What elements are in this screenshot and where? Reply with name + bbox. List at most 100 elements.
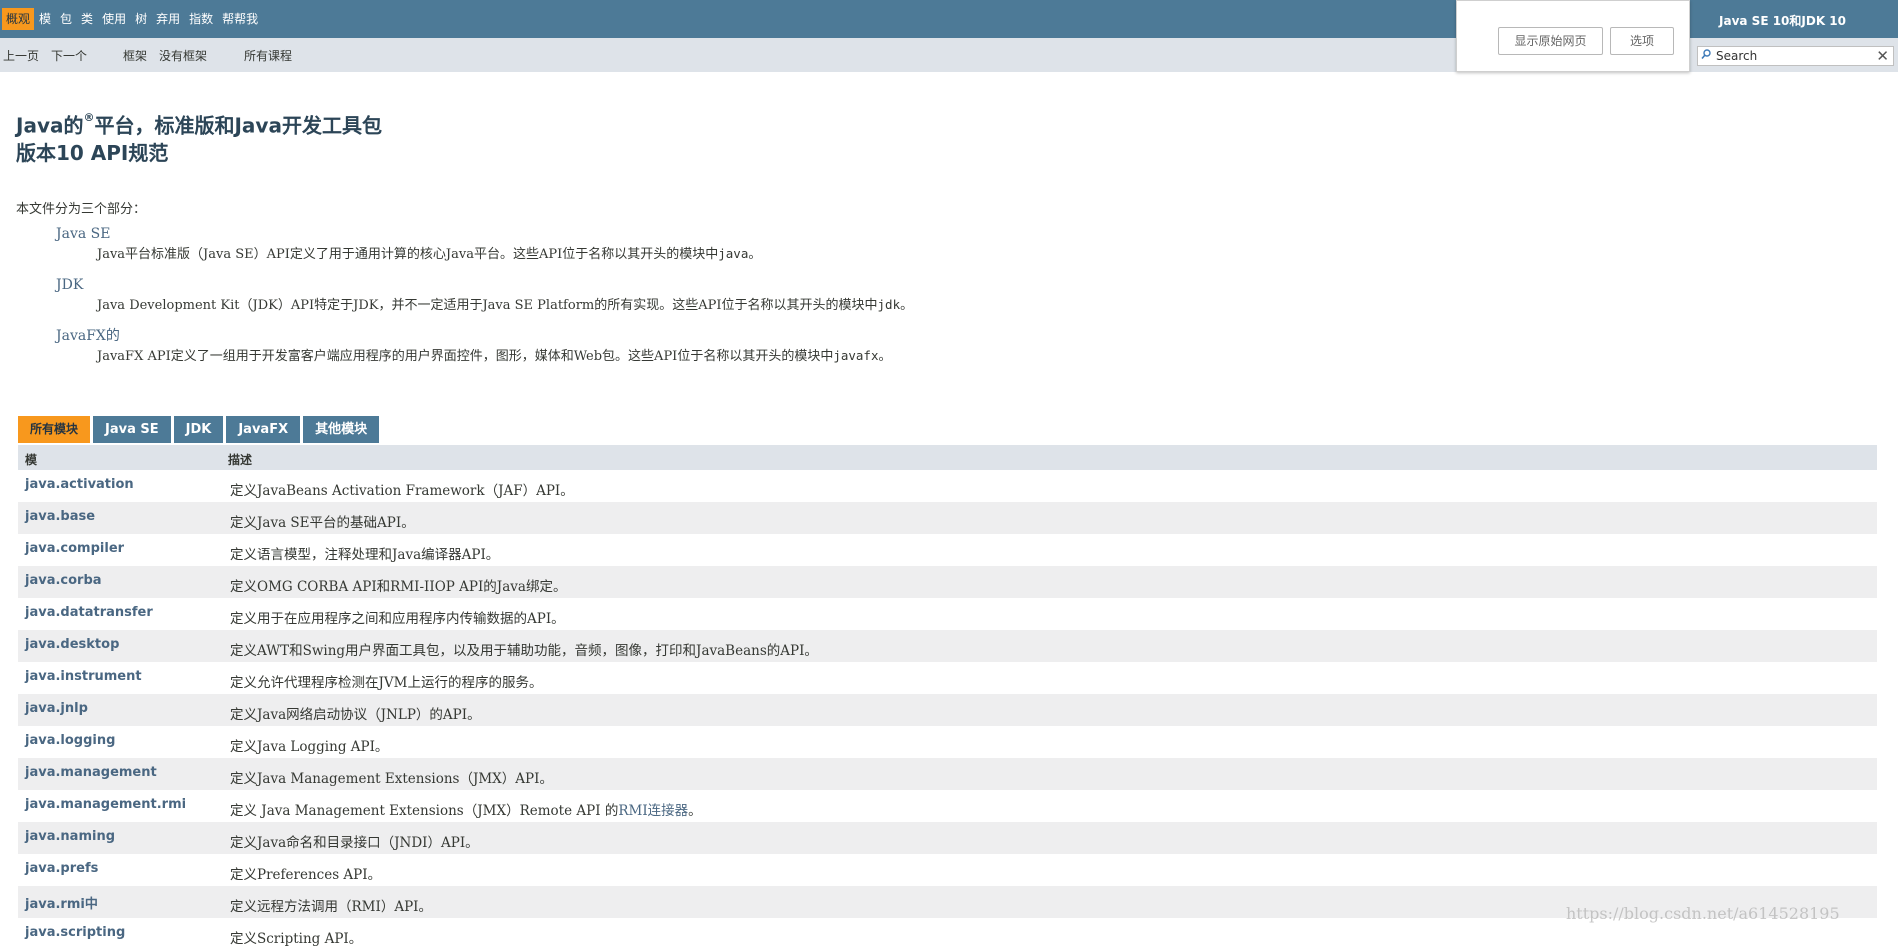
module-link[interactable]: java.naming: [25, 829, 115, 844]
column-header-module: 模: [25, 453, 38, 467]
module-link[interactable]: java.rmi中: [25, 893, 98, 912]
prev-link[interactable]: 上一页: [3, 47, 39, 64]
module-link[interactable]: java.compiler: [25, 541, 124, 556]
module-tab[interactable]: 所有模块: [18, 416, 91, 443]
module-description: 定义 Java Management Extensions（JMX）Remote…: [230, 799, 702, 819]
table-row: java.base 定义Java SE平台的基础API。: [18, 502, 1877, 534]
section-description: Java Development Kit（JDK）API特定于JDK，并不一定适…: [56, 295, 913, 326]
module-description-text: 定义Scripting API。: [230, 931, 363, 947]
nav-item[interactable]: 模: [35, 8, 55, 30]
section-term: Java SE: [56, 226, 111, 242]
nav-item[interactable]: 帮帮我: [218, 8, 262, 30]
watermark: https://blog.csdn.net/a614528195: [1566, 904, 1840, 923]
table-row: java.management 定义Java Management Extensi…: [18, 758, 1877, 790]
section-description: JavaFX API定义了一组用于开发富客户端应用程序的用户界面控件，图形，媒体…: [56, 346, 913, 377]
table-row: java.compiler 定义语言模型，注释处理和Java编译器API。: [18, 534, 1877, 566]
module-link[interactable]: java.jnlp: [25, 701, 88, 716]
brand-label: Java SE 10和JDK 10: [1719, 14, 1846, 28]
nav-item[interactable]: 类: [77, 8, 97, 30]
section-description-text: Java平台标准版（Java SE）API定义了用于通用计算的核心Java平台。…: [97, 247, 719, 262]
section-term: JDK: [56, 277, 84, 293]
table-body: java.activation 定义JavaBeans Activation Fr…: [18, 470, 1877, 950]
module-link[interactable]: java.activation: [25, 477, 134, 492]
module-description-text: 定义Java命名和目录接口（JNDI）API。: [230, 835, 479, 851]
module-description: 定义Java Management Extensions（JMX）API。: [230, 767, 553, 787]
section-description-end: 。: [748, 247, 762, 262]
module-link[interactable]: java.instrument: [25, 669, 142, 684]
search-reset-icon[interactable]: ✕: [1876, 47, 1889, 65]
table-row: java.datatransfer 定义用于在应用程序之间和应用程序内传输数据的A…: [18, 598, 1877, 630]
module-link[interactable]: java.desktop: [25, 637, 119, 652]
search-icon: [1701, 49, 1711, 59]
nav-item[interactable]: 弃用: [152, 8, 184, 30]
module-link[interactable]: java.corba: [25, 573, 102, 588]
module-tab[interactable]: JDK: [173, 416, 224, 443]
module-link[interactable]: java.prefs: [25, 861, 98, 876]
module-description: 定义Java网络启动协议（JNLP）的API。: [230, 703, 481, 723]
module-description: 定义用于在应用程序之间和应用程序内传输数据的API。: [230, 607, 565, 627]
table-row: java.corba 定义OMG CORBA API和RMI-IIOP API的J…: [18, 566, 1877, 598]
search-input[interactable]: [1716, 48, 1866, 63]
all-classes-link[interactable]: 所有课程: [244, 47, 292, 64]
search-box: ✕: [1697, 46, 1894, 66]
module-description: 定义语言模型，注释处理和Java编译器API。: [230, 543, 499, 563]
module-description-text: 定义远程方法调用（RMI）API。: [230, 899, 432, 915]
nav-item[interactable]: 指数: [185, 8, 217, 30]
module-description-text: 定义允许代理程序检测在JVM上运行的程序的服务。: [230, 675, 543, 691]
module-description-text: 定义语言模型，注释处理和Java编译器API。: [230, 547, 500, 563]
frames-nav: 框架 没有框架: [123, 47, 219, 64]
module-link[interactable]: java.logging: [25, 733, 115, 748]
page-subtitle: 版本10 API规范: [16, 140, 169, 165]
no-frames-link[interactable]: 没有框架: [159, 47, 207, 64]
nav-item[interactable]: 概观: [2, 8, 35, 30]
module-tab[interactable]: 其他模块: [303, 416, 380, 443]
nav-list: 概观模包类使用树弃用 指数 帮帮我: [2, 8, 263, 30]
module-description-text: 定义用于在应用程序之间和应用程序内传输数据的API。: [230, 611, 565, 627]
registered-mark: ®: [83, 111, 95, 124]
module-description: 定义JavaBeans Activation Framework（JAF）API…: [230, 479, 574, 499]
show-original-button[interactable]: 显示原始网页: [1498, 27, 1603, 55]
section-term: JavaFX的: [56, 328, 120, 344]
module-description: 定义Java命名和目录接口（JNDI）API。: [230, 831, 479, 851]
module-description: 定义Scripting API。: [230, 927, 362, 947]
module-link[interactable]: java.scripting: [25, 925, 125, 940]
module-link[interactable]: java.base: [25, 509, 95, 524]
nav-item[interactable]: 使用: [98, 8, 130, 30]
module-link[interactable]: java.management.rmi: [25, 797, 186, 812]
table-row: java.logging 定义Java Logging API。: [18, 726, 1877, 758]
module-tabs: 所有模块 Java SE JDK JavaFX 其他模块: [18, 416, 382, 443]
module-description-text: 定义JavaBeans Activation Framework（JAF）API…: [230, 483, 574, 499]
module-link[interactable]: java.management: [25, 765, 157, 780]
section-module-prefix: java: [718, 246, 749, 261]
section-description-end: 。: [878, 349, 892, 364]
table-row: java.management.rmi 定义 Java Management Ex…: [18, 790, 1877, 822]
module-description-text: 定义Java Management Extensions（JMX）API。: [230, 771, 553, 787]
module-description: 定义允许代理程序检测在JVM上运行的程序的服务。: [230, 671, 542, 691]
title-suffix: 平台，标准版和Java开发工具包: [94, 113, 382, 138]
module-description: 定义远程方法调用（RMI）API。: [230, 895, 432, 915]
module-description-text: 定义Java SE平台的基础API。: [230, 515, 415, 531]
table-row: java.prefs 定义Preferences API。: [18, 854, 1877, 886]
table-row: java.desktop 定义AWT和Swing用户界面工具包，以及用于辅助功能，…: [18, 630, 1877, 662]
next-link[interactable]: 下一个: [51, 47, 87, 64]
section-module-prefix: jdk: [877, 297, 901, 312]
module-description-text: 定义Java Logging API。: [230, 739, 389, 755]
nav-item[interactable]: 树: [131, 8, 151, 30]
module-tab[interactable]: JavaFX: [226, 416, 301, 443]
frames-link[interactable]: 框架: [123, 47, 147, 64]
table-row: java.naming 定义Java命名和目录接口（JNDI）API。: [18, 822, 1877, 854]
column-header-description: 描述: [228, 453, 253, 467]
translate-popup: 显示原始网页 选项: [1456, 0, 1690, 72]
title-prefix: Java的: [16, 113, 84, 138]
module-link[interactable]: java.datatransfer: [25, 605, 153, 620]
nav-item[interactable]: 包: [56, 8, 76, 30]
options-button[interactable]: 选项: [1610, 27, 1674, 55]
table-row: java.activation 定义JavaBeans Activation Fr…: [18, 470, 1877, 502]
description-link[interactable]: RMI连接器: [618, 803, 688, 819]
section-description-text: JavaFX API定义了一组用于开发富客户端应用程序的用户界面控件，图形，媒体…: [97, 349, 834, 364]
module-description: 定义OMG CORBA API和RMI-IIOP API的Java绑定。: [230, 575, 566, 595]
module-description: 定义Java Logging API。: [230, 735, 388, 755]
module-tab[interactable]: Java SE: [93, 416, 171, 443]
section-description-text: Java Development Kit（JDK）API特定于JDK，并不一定适…: [97, 298, 878, 313]
table-row: java.instrument 定义允许代理程序检测在JVM上运行的程序的服务。: [18, 662, 1877, 694]
